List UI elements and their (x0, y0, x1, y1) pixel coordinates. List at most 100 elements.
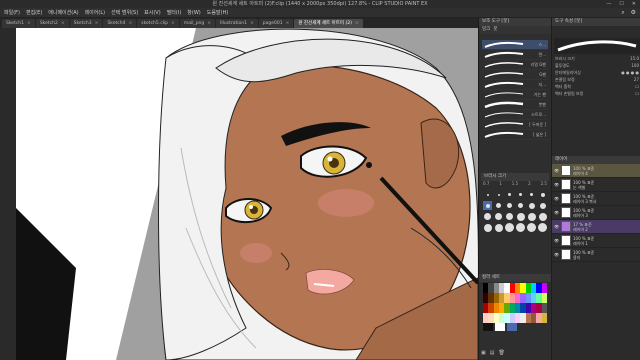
size-dot[interactable] (494, 201, 503, 210)
menu-layer[interactable]: 레이어(L) (85, 9, 106, 16)
search-icon[interactable]: ⌕ (621, 9, 624, 17)
size-dot[interactable] (538, 190, 547, 199)
size-dot[interactable] (516, 212, 525, 221)
layer-row[interactable]: 👁 100 % 표준 레이어 3 복사 (552, 192, 640, 206)
size-dot[interactable] (538, 201, 547, 210)
transparent-color[interactable] (507, 323, 517, 331)
tab-brush[interactable]: 붓 (493, 26, 497, 34)
size-dot[interactable] (527, 201, 536, 210)
layer-row[interactable]: 👁 100 % 표준 눈 색칠 (552, 178, 640, 192)
eye-icon[interactable]: 👁 (554, 252, 559, 257)
tab-ink[interactable]: 잉크 (482, 26, 490, 34)
size-dot[interactable] (494, 190, 503, 199)
size-dot[interactable] (505, 201, 514, 210)
menu-filter[interactable]: 필터(I) (167, 9, 182, 16)
size-dot[interactable] (483, 223, 492, 232)
aa-dots[interactable]: ● ● ● ● (621, 70, 639, 77)
size-dot[interactable] (516, 201, 525, 210)
doc-tab[interactable]: Sketch3 × (69, 19, 103, 28)
size-dot[interactable] (494, 223, 503, 232)
prop-value[interactable]: 100 (631, 63, 639, 70)
eye-icon[interactable]: 👁 (554, 238, 559, 243)
size-dot[interactable] (516, 223, 525, 232)
size-dot[interactable] (483, 212, 492, 221)
checkbox[interactable]: ☐ (635, 91, 639, 98)
prop-row[interactable]: 불투명도 100 (552, 63, 640, 70)
eye-icon[interactable]: 👁 (554, 196, 559, 201)
menu-select[interactable]: 선택 범위(S) (111, 9, 138, 16)
menu-window[interactable]: 창(W) (187, 9, 200, 16)
menu-help[interactable]: 도움말(H) (207, 9, 228, 16)
brush-item[interactable]: 지... (482, 80, 548, 90)
eye-icon[interactable]: 👁 (554, 182, 559, 187)
prop-row[interactable]: 안티에일리어싱 ● ● ● ● (552, 70, 640, 77)
close-button[interactable]: ✕ (632, 0, 636, 8)
minimize-button[interactable]: — (606, 0, 611, 8)
size-dot[interactable] (494, 212, 503, 221)
brush-item[interactable]: 스트로... (482, 110, 548, 120)
prop-row[interactable]: 브러시 크기 15.0 (552, 56, 640, 63)
close-icon[interactable]: × (128, 19, 132, 28)
prop-value[interactable]: 15.0 (630, 56, 639, 63)
doc-tab-active[interactable]: 원 진선세계 세트 아트미 (2) × (294, 19, 363, 28)
close-icon[interactable]: × (171, 19, 175, 28)
eye-icon[interactable]: 👁 (554, 210, 559, 215)
eye-icon[interactable]: 👁 (554, 224, 559, 229)
prop-value[interactable]: 27 (634, 77, 639, 84)
size-dot[interactable] (527, 212, 536, 221)
size-dot[interactable] (516, 190, 525, 199)
color-palette[interactable] (483, 283, 547, 323)
brush-item[interactable]: 면... (482, 50, 548, 60)
menu-view[interactable]: 표시(V) (144, 9, 161, 16)
close-icon[interactable]: × (95, 19, 99, 28)
size-dot[interactable] (538, 212, 547, 221)
size-dot[interactable] (505, 212, 514, 221)
close-icon[interactable]: × (250, 19, 254, 28)
menu-edit[interactable]: 편집(E) (26, 9, 42, 16)
brush-item[interactable]: 붓펜 (482, 100, 548, 110)
doc-tab[interactable]: Sketch4 × (103, 19, 137, 28)
size-dot-selected[interactable] (483, 201, 492, 210)
doc-tab[interactable]: Sketch2 × (35, 19, 69, 28)
doc-tab[interactable]: Sketch1 × (2, 19, 35, 28)
layer-row[interactable]: 👁 100 % 표준 레이어 4 (552, 164, 640, 178)
folder-icon[interactable]: ▤ (490, 350, 495, 356)
brush-item[interactable]: 리얼 G펜 (482, 60, 548, 70)
size-dot[interactable] (527, 223, 536, 232)
settings-icon[interactable]: ⚙ (631, 9, 636, 17)
new-layer-icon[interactable]: ▣ (481, 350, 486, 356)
prop-row[interactable]: 손떨림 보정 27 (552, 77, 640, 84)
close-icon[interactable]: × (61, 19, 65, 28)
close-icon[interactable]: × (207, 19, 211, 28)
brush-item[interactable]: 스... (482, 40, 548, 50)
trash-icon[interactable]: 🗑 (498, 350, 504, 356)
main-color[interactable] (483, 323, 493, 331)
prop-row[interactable]: 벡터 흡착 ☐ (552, 84, 640, 91)
checkbox[interactable]: ☐ (635, 84, 639, 91)
doc-tab[interactable]: sketch5.clip × (137, 19, 179, 28)
size-dot[interactable] (505, 223, 514, 232)
brush-item[interactable]: [ 넓은 ] (482, 130, 548, 140)
close-icon[interactable]: × (286, 19, 290, 28)
layer-row[interactable]: 👁 100 % 표준 용지 (552, 248, 640, 262)
layer-row[interactable]: 👁 100 % 표준 레이어 1 (552, 234, 640, 248)
canvas[interactable] (16, 28, 478, 360)
eye-icon[interactable]: 👁 (554, 168, 559, 173)
doc-tab[interactable]: mail_png × (179, 19, 216, 28)
menu-animation[interactable]: 애니메이션(A) (48, 9, 78, 16)
menu-file[interactable]: 파일(F) (4, 9, 20, 16)
layer-row[interactable]: 👁 17 % 표준 레이어 2 (552, 220, 640, 234)
brush-item[interactable]: G펜 (482, 70, 548, 80)
doc-tab[interactable]: page001 × (258, 19, 294, 28)
size-dot[interactable] (483, 190, 492, 199)
layer-row[interactable]: 👁 100 % 표준 레이어 3 (552, 206, 640, 220)
doc-tab[interactable]: Illustration1 × (216, 19, 258, 28)
size-dot[interactable] (538, 223, 547, 232)
prop-row[interactable]: 벡터 손떨림 보정 ☐ (552, 91, 640, 98)
maximize-button[interactable]: ☐ (619, 0, 623, 8)
brush-item[interactable]: [ 두꺼운 ] (482, 120, 548, 130)
close-icon[interactable]: × (27, 19, 31, 28)
sub-color[interactable] (495, 323, 505, 331)
size-dot[interactable] (505, 190, 514, 199)
close-icon[interactable]: × (355, 19, 359, 28)
